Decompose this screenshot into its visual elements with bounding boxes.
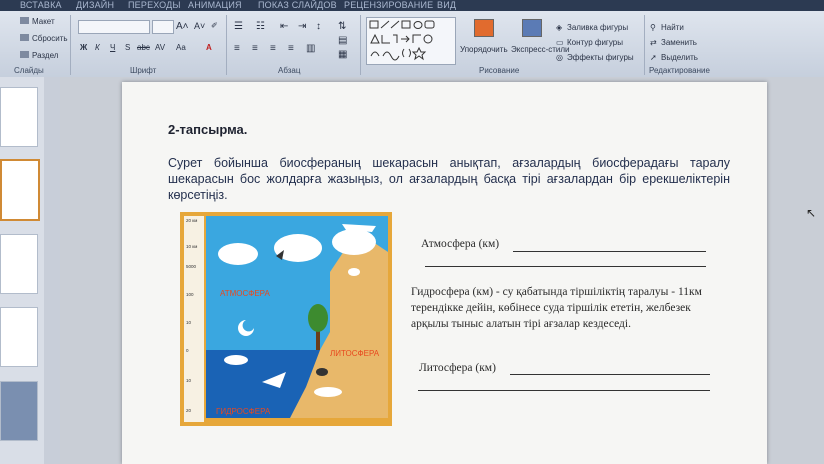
- biosphere-diagram: АТМОСФЕРА ЛИТОСФЕРА ГИДРОСФЕРА 20 км 10 …: [180, 212, 392, 426]
- tab-slideshow[interactable]: ПОКАЗ СЛАЙДОВ: [258, 0, 337, 10]
- scale-tick-label: 10: [186, 378, 192, 383]
- group-label-drawing: Рисование: [479, 66, 520, 75]
- tab-transitions[interactable]: ПЕРЕХОДЫ: [128, 0, 181, 10]
- tab-insert[interactable]: ВСТАВКА: [20, 0, 62, 10]
- ribbon-divider: [360, 15, 361, 75]
- shrink-font-icon[interactable]: A˅: [194, 21, 205, 31]
- arrange-icon: [474, 19, 494, 37]
- thumbnails-scrollbar[interactable]: [44, 77, 60, 464]
- scale-tick-label: 10 км: [186, 244, 197, 249]
- effects-icon: ◎: [556, 53, 563, 62]
- arrange-button[interactable]: Упорядочить: [460, 45, 508, 54]
- font-family-select[interactable]: [78, 20, 150, 34]
- lithosphere-label: ЛИТОСФЕРА: [330, 349, 380, 358]
- reset-icon: [20, 34, 29, 41]
- ribbon: Макет Сбросить Раздел Слайды A˄ A˅ ✐ Ж К…: [0, 11, 824, 77]
- line-spacing-icon[interactable]: ↕: [316, 21, 321, 32]
- group-label-paragraph: Абзац: [278, 66, 301, 75]
- ribbon-divider: [226, 15, 227, 75]
- lithosphere-prompt: Литосфера (км): [419, 362, 496, 374]
- font-size-select[interactable]: [152, 20, 174, 34]
- slide-thumbnail[interactable]: [0, 87, 38, 147]
- char-spacing-button[interactable]: AV: [155, 43, 165, 52]
- shape-fill-button[interactable]: Заливка фигуры: [567, 23, 628, 32]
- shape-effects-button[interactable]: Эффекты фигуры: [567, 53, 634, 62]
- ribbon-divider: [644, 15, 645, 75]
- columns-icon[interactable]: ▥: [306, 43, 315, 54]
- align-text-icon[interactable]: ▤: [338, 35, 347, 46]
- group-label-editing: Редактирование: [649, 66, 710, 75]
- find-icon: ⚲: [650, 23, 656, 32]
- outline-icon: ▭: [556, 38, 564, 47]
- find-button[interactable]: Найти: [661, 23, 684, 32]
- tree-icon: [308, 304, 328, 332]
- ribbon-divider: [70, 15, 71, 75]
- shape-outline-button[interactable]: Контур фигуры: [567, 38, 623, 47]
- goat-icon: [348, 268, 360, 276]
- replace-icon: ⇄: [650, 38, 657, 47]
- strikethrough-button[interactable]: abc: [137, 43, 150, 52]
- slide-title: 2-тапсырма.: [168, 122, 248, 137]
- shell-icon: [314, 387, 342, 397]
- scale-tick-label: 100: [186, 292, 194, 297]
- clear-format-icon[interactable]: ✐: [211, 21, 218, 30]
- section-icon: [20, 51, 29, 58]
- underline-button[interactable]: Ч: [110, 43, 115, 52]
- lithosphere-answer-line[interactable]: [510, 374, 710, 375]
- atmosphere-answer-line-2[interactable]: [425, 266, 706, 267]
- replace-button[interactable]: Заменить: [661, 38, 697, 47]
- group-label-slides: Слайды: [14, 66, 44, 75]
- shapes-gallery[interactable]: [366, 17, 456, 65]
- mouse-cursor-icon: ↖: [806, 206, 817, 220]
- tab-animation[interactable]: АНИМАЦИЯ: [188, 0, 242, 10]
- numbering-icon[interactable]: ☷: [256, 21, 265, 32]
- scale-tick-label: 20 км: [186, 218, 197, 223]
- tab-view[interactable]: ВИД: [437, 0, 456, 10]
- align-left-icon[interactable]: ≡: [234, 43, 240, 54]
- italic-button[interactable]: К: [95, 43, 100, 52]
- align-right-icon[interactable]: ≡: [270, 43, 276, 54]
- slide-thumbnail[interactable]: [0, 381, 38, 441]
- align-center-icon[interactable]: ≡: [252, 43, 258, 54]
- select-button[interactable]: Выделить: [661, 53, 698, 62]
- mole-icon: [316, 368, 328, 376]
- increase-indent-icon[interactable]: ⇥: [298, 21, 306, 32]
- fill-icon: ◈: [556, 23, 563, 32]
- atmosphere-answer-line[interactable]: [513, 251, 706, 252]
- text-direction-icon[interactable]: ⇅: [338, 21, 346, 32]
- atmosphere-prompt: Атмосфера (км): [421, 238, 500, 250]
- decrease-indent-icon[interactable]: ⇤: [280, 21, 288, 32]
- fish-icon: [224, 355, 248, 365]
- scale-tick-label: 20: [186, 408, 192, 413]
- quick-styles-icon: [522, 19, 542, 37]
- reset-button[interactable]: Сбросить: [32, 34, 68, 43]
- font-color-button[interactable]: A: [206, 43, 212, 52]
- tab-review[interactable]: РЕЦЕНЗИРОВАНИЕ: [344, 0, 433, 10]
- slide-thumbnail-selected[interactable]: [0, 159, 40, 221]
- justify-icon[interactable]: ≡: [288, 43, 294, 54]
- layout-icon: [20, 17, 29, 24]
- shapes-gallery-icons: [369, 20, 435, 61]
- bold-button[interactable]: Ж: [80, 43, 87, 52]
- bullets-icon[interactable]: ☰: [234, 21, 243, 32]
- hydrosphere-text: Гидросфера (км) - су қабатында тіршілікт…: [411, 286, 702, 330]
- section-button[interactable]: Раздел: [32, 51, 58, 60]
- select-icon: ➚: [650, 53, 657, 62]
- slide-thumbnail[interactable]: [0, 234, 38, 294]
- hydrosphere-label: ГИДРОСФЕРА: [216, 407, 271, 416]
- group-label-font: Шрифт: [130, 66, 157, 75]
- lithosphere-answer-line-2[interactable]: [418, 390, 710, 391]
- shadow-button[interactable]: S: [125, 43, 130, 52]
- atmosphere-label: АТМОСФЕРА: [220, 289, 270, 298]
- change-case-button[interactable]: Aa: [176, 43, 186, 52]
- smartart-icon[interactable]: ▦: [338, 49, 347, 60]
- slide-instructions: Сурет бойынша биосфераның шекарасын анық…: [168, 156, 730, 202]
- layout-button[interactable]: Макет: [32, 17, 55, 26]
- grow-font-icon[interactable]: A˄: [176, 21, 189, 32]
- tab-design[interactable]: ДИЗАЙН: [76, 0, 114, 10]
- slide-thumbnail[interactable]: [0, 307, 38, 367]
- scale-tick-label: 5000: [186, 264, 197, 269]
- scale-tick-label: 10: [186, 320, 192, 325]
- ribbon-tab-bar: ВСТАВКА ДИЗАЙН ПЕРЕХОДЫ АНИМАЦИЯ ПОКАЗ С…: [0, 0, 824, 11]
